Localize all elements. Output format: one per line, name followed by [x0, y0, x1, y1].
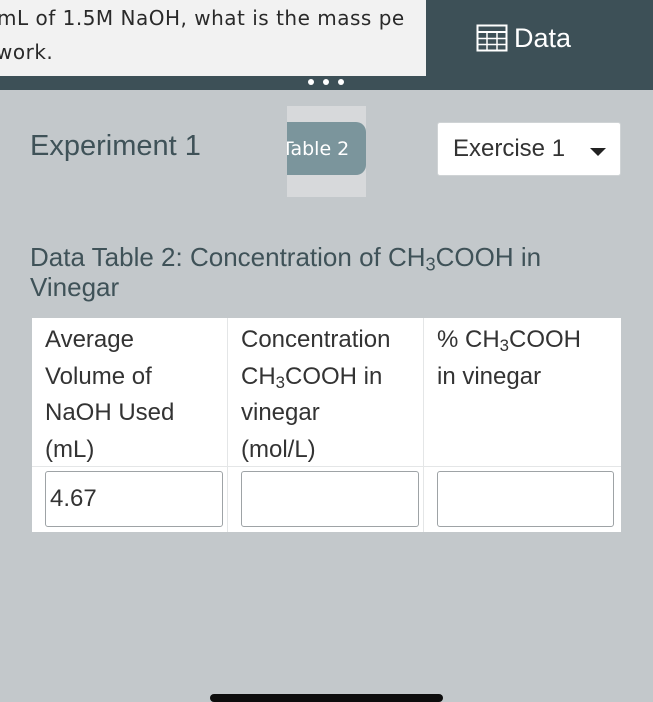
data-button-label: Data	[514, 22, 572, 53]
question-text: mL of 1.5M NaOH, what is the mass pe wor…	[0, 0, 426, 76]
column-divider	[423, 318, 424, 532]
data-button[interactable]: Data	[476, 18, 571, 58]
header-line: in vinegar	[437, 362, 542, 390]
experiment-title: Experiment 1	[30, 130, 201, 162]
header-line: vinegar	[241, 399, 320, 426]
header-line: NaOH Used	[45, 399, 175, 426]
dot	[308, 79, 314, 85]
input-average-volume[interactable]: 4.67	[45, 471, 223, 527]
tab-label: Table 2	[287, 137, 350, 160]
dot	[338, 79, 344, 85]
table-grid-icon	[476, 24, 508, 52]
caret-down-icon	[590, 148, 606, 156]
header-percent-acetic: % CH3COOH in vinegar	[437, 322, 581, 395]
header-line: Concentration	[241, 326, 391, 353]
header-line: (mL)	[45, 435, 95, 463]
dot	[323, 79, 329, 85]
home-indicator[interactable]	[210, 694, 443, 702]
exercise-select[interactable]: Exercise 1	[437, 122, 621, 176]
header-line: (mol/L)	[241, 435, 316, 463]
header-line: CH3COOH in	[241, 362, 383, 392]
input-concentration[interactable]	[241, 471, 419, 527]
question-line-2: work.	[0, 40, 54, 64]
input-value: 4.67	[50, 485, 97, 512]
data-table-title: Data Table 2: Concentration of CH3COOH i…	[30, 242, 620, 302]
question-line-1: mL of 1.5M NaOH, what is the mass pe	[0, 6, 405, 30]
header-line: Volume of	[45, 362, 152, 390]
input-percent-acetic[interactable]	[437, 471, 614, 527]
column-divider	[227, 318, 228, 532]
header-line: % CH3COOH	[437, 326, 582, 356]
header-line: Average	[45, 326, 134, 353]
data-table-title-text: Data Table 2: Concentration of CH3COOH i…	[30, 242, 542, 302]
header-average-volume: Average Volume of NaOH Used (mL)	[45, 322, 174, 468]
header-concentration: Concentration CH3COOH in vinegar (mol/L)	[241, 322, 390, 468]
exercise-select-value: Exercise 1	[453, 135, 566, 162]
more-handle[interactable]	[308, 75, 344, 89]
tab-table-2[interactable]: Table 2	[287, 122, 366, 175]
